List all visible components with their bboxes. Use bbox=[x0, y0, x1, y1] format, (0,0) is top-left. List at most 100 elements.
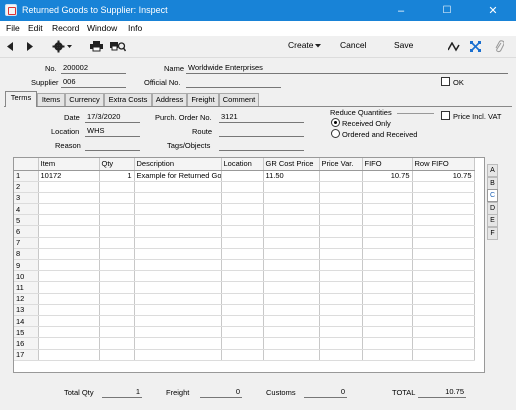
side-tab-e[interactable]: E bbox=[487, 214, 498, 227]
qty-cell[interactable] bbox=[99, 293, 135, 305]
table-row[interactable]: 5 bbox=[14, 214, 475, 227]
item-cell[interactable] bbox=[38, 304, 100, 316]
fifo-cell[interactable] bbox=[362, 349, 413, 361]
menu-file[interactable]: File bbox=[6, 23, 20, 33]
description-cell[interactable] bbox=[134, 259, 222, 272]
table-row[interactable]: 15 bbox=[14, 326, 475, 339]
location-cell[interactable] bbox=[221, 270, 264, 283]
qty-cell[interactable] bbox=[99, 248, 135, 261]
fifo-cell[interactable] bbox=[362, 192, 413, 205]
price-incl-vat-checkbox[interactable] bbox=[441, 111, 450, 120]
print-preview-icon[interactable] bbox=[110, 41, 126, 52]
location-cell[interactable] bbox=[221, 326, 264, 339]
price-var-cell[interactable] bbox=[319, 337, 363, 350]
item-cell[interactable]: 10172 bbox=[38, 170, 100, 182]
gr-cost-price-cell[interactable] bbox=[263, 225, 320, 238]
cancel-button[interactable]: Cancel bbox=[340, 40, 366, 50]
gr-cost-price-cell[interactable] bbox=[263, 192, 320, 205]
description-cell[interactable] bbox=[134, 315, 222, 328]
price-var-cell[interactable] bbox=[319, 225, 363, 238]
table-row[interactable]: 9 bbox=[14, 259, 475, 272]
price-var-cell[interactable] bbox=[319, 181, 363, 193]
row-fifo-cell[interactable] bbox=[412, 225, 475, 238]
menu-record[interactable]: Record bbox=[52, 23, 79, 33]
qty-cell[interactable] bbox=[99, 304, 135, 316]
row-fifo-cell[interactable] bbox=[412, 349, 475, 361]
fifo-cell[interactable] bbox=[362, 281, 413, 294]
description-cell[interactable] bbox=[134, 337, 222, 350]
location-column-header[interactable]: Location bbox=[221, 158, 264, 171]
tab-freight[interactable]: Freight bbox=[187, 93, 219, 106]
item-cell[interactable] bbox=[38, 293, 100, 305]
fifo-cell[interactable] bbox=[362, 237, 413, 249]
qty-cell[interactable] bbox=[99, 337, 135, 350]
location-cell[interactable] bbox=[221, 315, 264, 328]
fifo-cell[interactable] bbox=[362, 326, 413, 339]
description-cell[interactable] bbox=[134, 293, 222, 305]
row-fifo-cell[interactable] bbox=[412, 203, 475, 216]
item-cell[interactable] bbox=[38, 181, 100, 193]
table-row[interactable]: 13 bbox=[14, 304, 475, 316]
maximize-button[interactable]: ☐ bbox=[424, 0, 470, 21]
fifo-cell[interactable] bbox=[362, 214, 413, 227]
date-field[interactable]: 17/3/2020 bbox=[85, 112, 140, 123]
gr-cost-price-cell[interactable] bbox=[263, 304, 320, 316]
received-only-radio[interactable] bbox=[331, 118, 340, 127]
description-cell[interactable] bbox=[134, 225, 222, 238]
fifo-cell[interactable] bbox=[362, 270, 413, 283]
location-cell[interactable] bbox=[221, 237, 264, 249]
table-row[interactable]: 10 bbox=[14, 270, 475, 283]
qty-cell[interactable]: 1 bbox=[99, 170, 135, 182]
tab-address[interactable]: Address bbox=[152, 93, 187, 106]
row-fifo-cell[interactable] bbox=[412, 248, 475, 261]
gear-icon[interactable] bbox=[52, 40, 72, 53]
side-tab-b[interactable]: B bbox=[487, 176, 498, 190]
row-fifo-cell[interactable]: 10.75 bbox=[412, 170, 475, 182]
qty-column-header[interactable]: Qty bbox=[99, 158, 135, 171]
previous-record-icon[interactable] bbox=[6, 42, 14, 52]
create-button[interactable]: Create bbox=[288, 40, 314, 50]
description-cell[interactable] bbox=[134, 203, 222, 216]
tab-items[interactable]: Items bbox=[37, 93, 65, 106]
gr-cost-price-cell[interactable] bbox=[263, 337, 320, 350]
price-var-cell[interactable] bbox=[319, 237, 363, 249]
description-cell[interactable] bbox=[134, 237, 222, 249]
row-fifo-cell[interactable] bbox=[412, 214, 475, 227]
gr-cost-price-cell[interactable] bbox=[263, 248, 320, 261]
fifo-cell[interactable] bbox=[362, 304, 413, 316]
price-var-cell[interactable] bbox=[319, 170, 363, 182]
gr-cost-price-column-header[interactable]: GR Cost Price bbox=[263, 158, 320, 171]
table-row[interactable]: 6 bbox=[14, 225, 475, 238]
price-var-cell[interactable] bbox=[319, 315, 363, 328]
location-cell[interactable] bbox=[221, 337, 264, 350]
table-row[interactable]: 1 10172 1 Example for Returned Go 11.50 10.75… bbox=[14, 170, 475, 182]
description-cell[interactable] bbox=[134, 214, 222, 227]
price-var-cell[interactable] bbox=[319, 326, 363, 339]
row-fifo-column-header[interactable]: Row FIFO bbox=[412, 158, 475, 171]
chevron-down-icon[interactable] bbox=[315, 44, 321, 48]
description-cell[interactable] bbox=[134, 181, 222, 193]
items-grid[interactable]: Item Qty Description Location GR Cost Pr… bbox=[13, 157, 485, 373]
tab-currency[interactable]: Currency bbox=[65, 93, 104, 106]
description-cell[interactable]: Example for Returned Go bbox=[134, 170, 222, 182]
qty-cell[interactable] bbox=[99, 259, 135, 272]
tab-extra-costs[interactable]: Extra Costs bbox=[104, 93, 152, 106]
price-var-cell[interactable] bbox=[319, 248, 363, 261]
description-cell[interactable] bbox=[134, 192, 222, 205]
description-cell[interactable] bbox=[134, 248, 222, 261]
purch-order-field[interactable]: 3121 bbox=[219, 112, 304, 123]
description-cell[interactable] bbox=[134, 304, 222, 316]
table-row[interactable]: 17 bbox=[14, 349, 475, 361]
table-row[interactable]: 3 bbox=[14, 192, 475, 205]
qty-cell[interactable] bbox=[99, 214, 135, 227]
row-fifo-cell[interactable] bbox=[412, 304, 475, 316]
reason-field[interactable] bbox=[85, 140, 140, 151]
location-cell[interactable] bbox=[221, 214, 264, 227]
official-no-field[interactable] bbox=[186, 77, 281, 88]
ok-checkbox[interactable] bbox=[441, 77, 450, 86]
price-var-cell[interactable] bbox=[319, 192, 363, 205]
location-cell[interactable] bbox=[221, 181, 264, 193]
gr-cost-price-cell[interactable] bbox=[263, 214, 320, 227]
row-fifo-cell[interactable] bbox=[412, 259, 475, 272]
qty-cell[interactable] bbox=[99, 326, 135, 339]
